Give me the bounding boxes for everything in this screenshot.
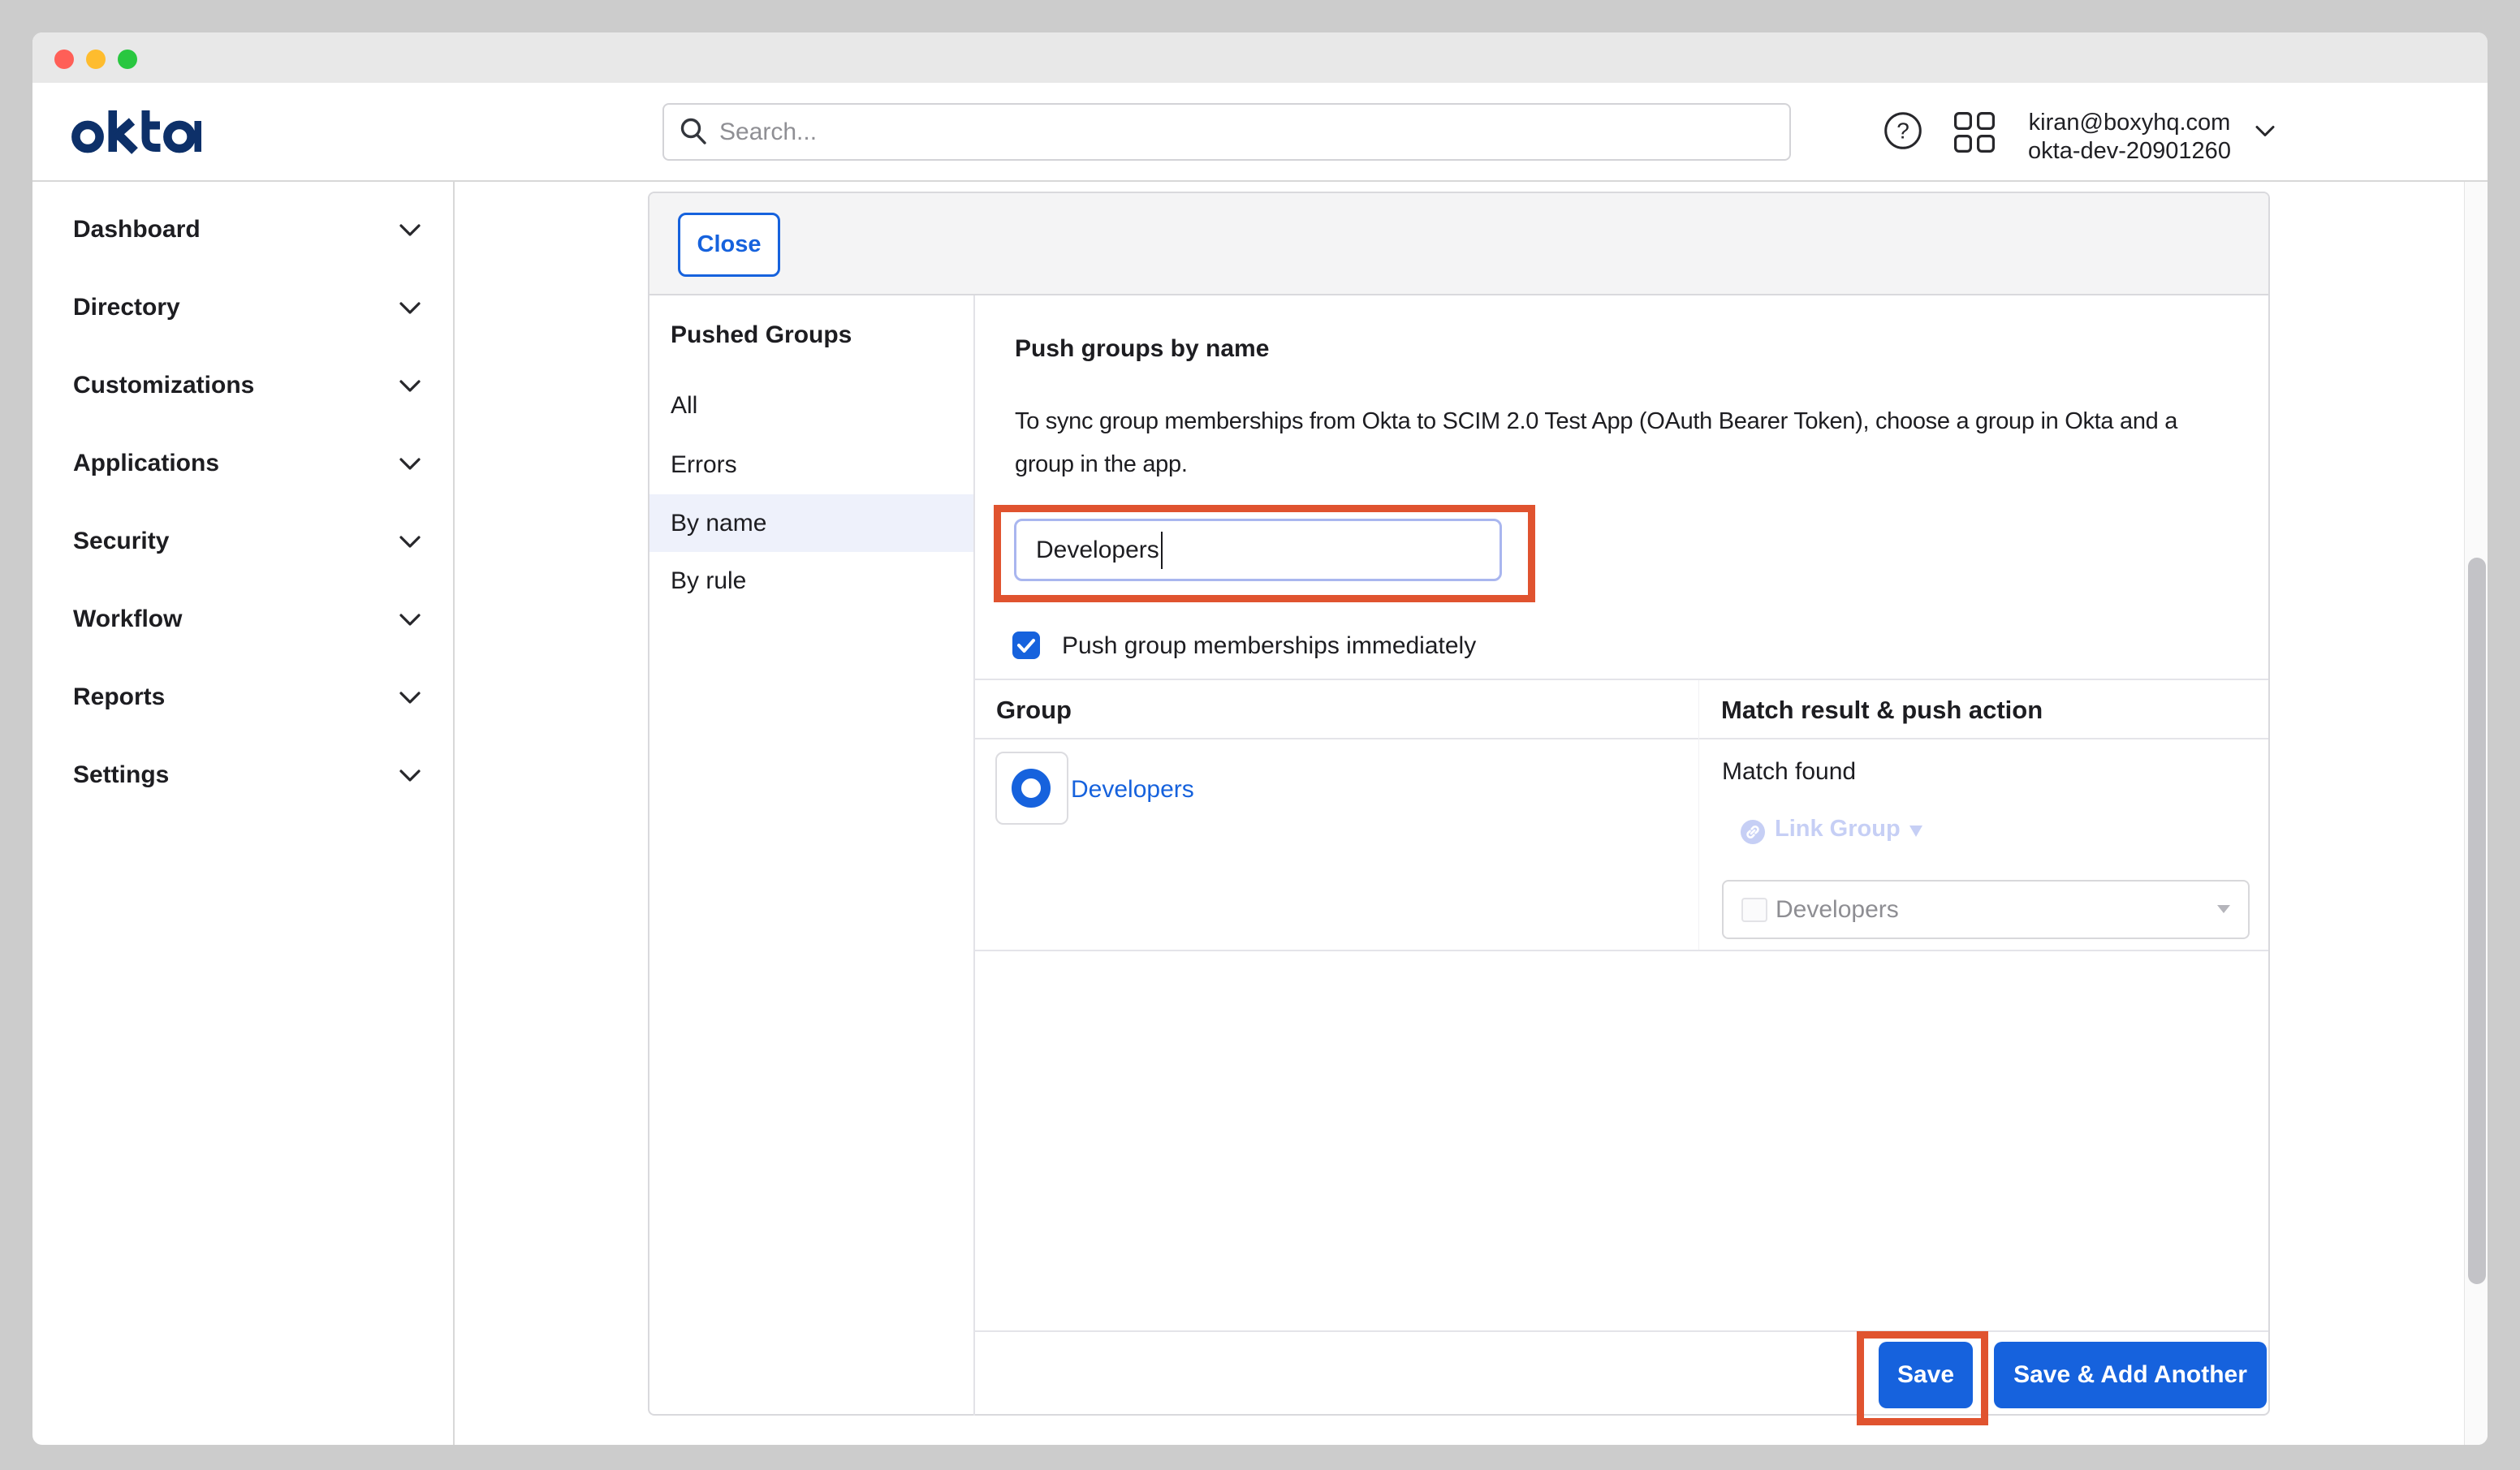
- svg-text:?: ?: [1896, 119, 1909, 144]
